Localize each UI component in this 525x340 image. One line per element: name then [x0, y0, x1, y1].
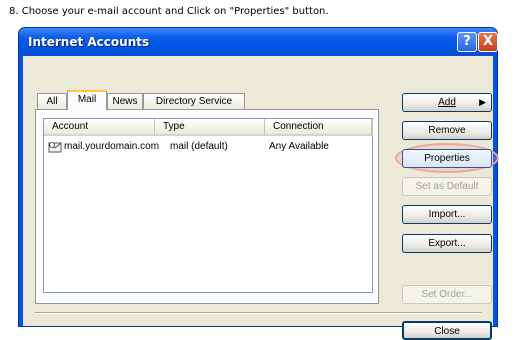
dialog-client-area: All Mail News Directory Service Account …: [23, 56, 499, 340]
column-header-filler: [372, 119, 373, 136]
properties-button[interactable]: Properties: [402, 149, 492, 168]
tab-news[interactable]: News: [107, 93, 143, 110]
remove-button[interactable]: Remove: [402, 121, 492, 140]
set-as-default-button[interactable]: Set as Default: [402, 177, 492, 196]
separator: [35, 312, 481, 314]
title-bar[interactable]: Internet Accounts ? X: [19, 28, 498, 56]
account-type: mail (default): [170, 141, 228, 152]
close-button[interactable]: Close: [402, 321, 492, 340]
add-arrow-icon: ▶: [479, 97, 486, 107]
account-name: mail.yourdomain.com: [64, 141, 160, 152]
import-button[interactable]: Import...: [402, 205, 492, 224]
window-title: Internet Accounts: [28, 35, 150, 49]
add-button-label: Add: [438, 97, 456, 108]
export-button[interactable]: Export...: [402, 234, 492, 253]
column-header-connection[interactable]: Connection: [265, 119, 372, 136]
tab-mail[interactable]: Mail: [67, 90, 107, 110]
instruction-text: 8. Choose your e-mail account and Click …: [9, 6, 329, 17]
account-row[interactable]: mail.yourdomain.com mail (default) Any A…: [46, 139, 372, 155]
mail-account-icon: [48, 142, 62, 153]
column-header-type[interactable]: Type: [155, 119, 265, 136]
close-window-button[interactable]: X: [478, 32, 498, 52]
accounts-list[interactable]: Account Type Connection mail.yourdomain.…: [43, 118, 373, 293]
column-header-account[interactable]: Account: [44, 119, 155, 136]
mail-tab-panel: Account Type Connection mail.yourdomain.…: [35, 109, 379, 304]
set-order-button[interactable]: Set Order...: [402, 285, 492, 304]
add-button[interactable]: Add ▶: [402, 93, 492, 112]
account-connection: Any Available: [269, 141, 329, 152]
internet-accounts-dialog: Internet Accounts ? X All Mail News Dire…: [18, 27, 499, 340]
tab-all[interactable]: All: [37, 93, 67, 110]
help-button[interactable]: ?: [457, 32, 477, 52]
tab-directory-service[interactable]: Directory Service: [143, 93, 245, 110]
